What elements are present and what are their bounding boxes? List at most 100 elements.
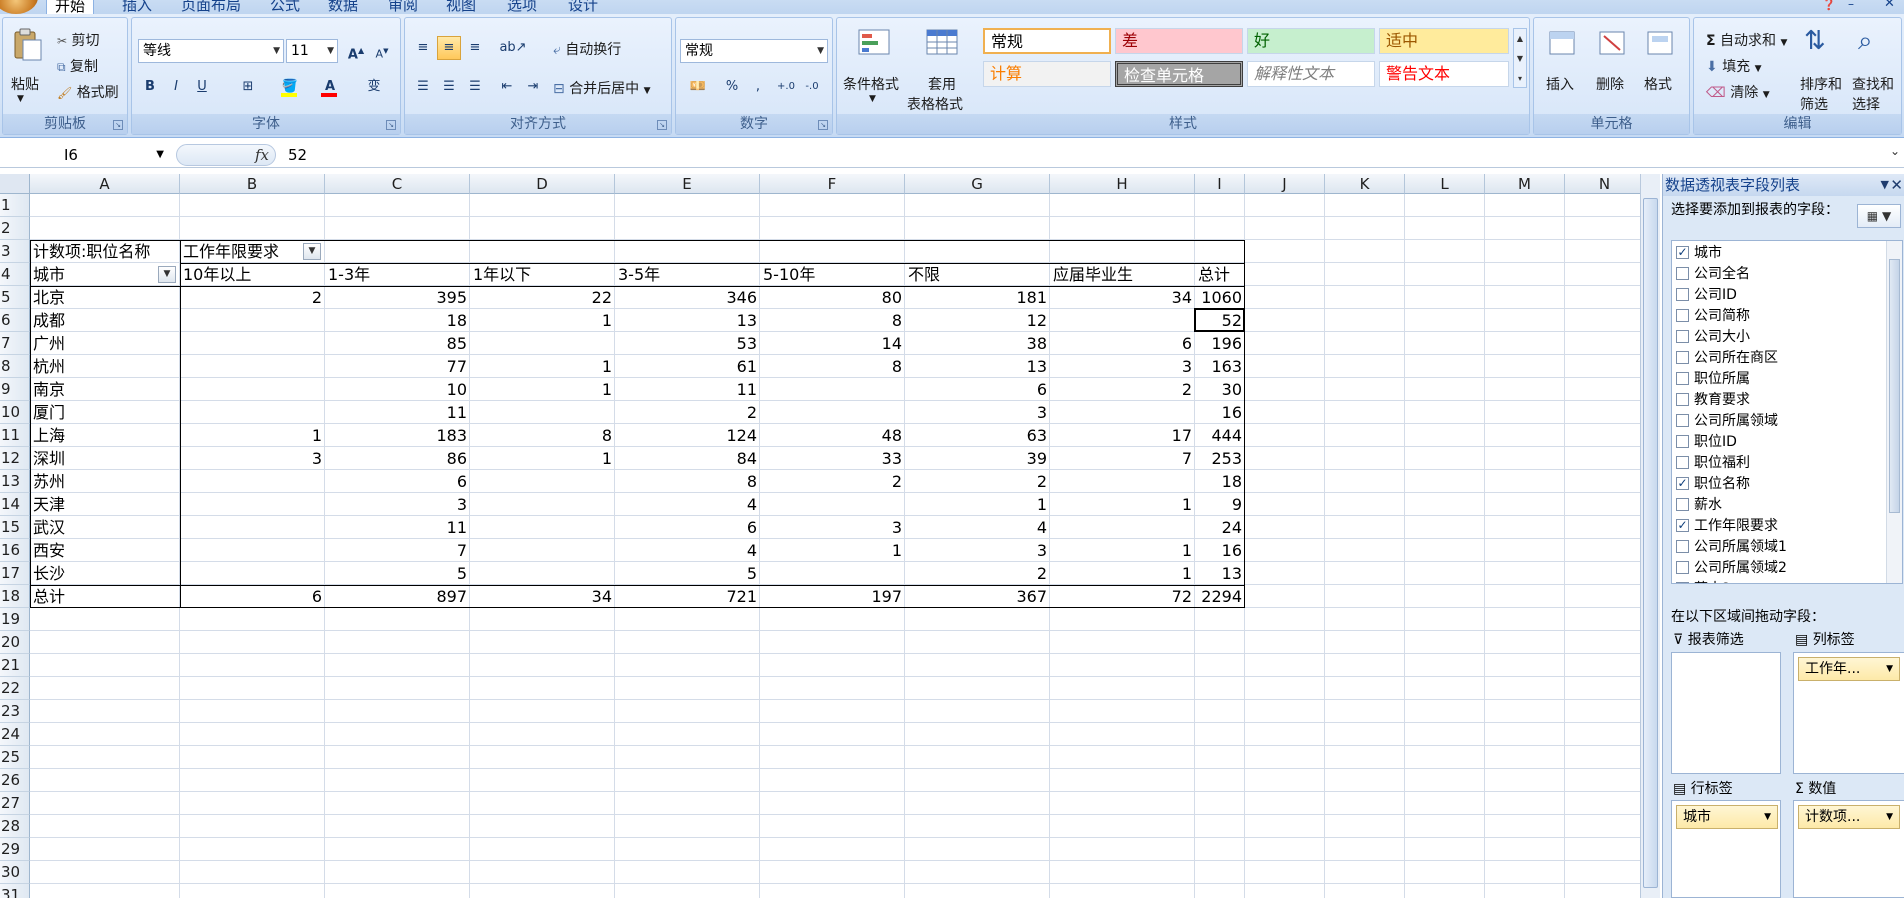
style-neutral[interactable]: 适中: [1379, 28, 1509, 54]
select-all-corner[interactable]: [0, 174, 30, 194]
pivot-value-cell[interactable]: 3: [905, 401, 1050, 424]
pivot-value-cell[interactable]: 253: [1195, 447, 1245, 470]
pivot-value-cell[interactable]: 2: [180, 286, 325, 309]
pivot-value-cell[interactable]: 4: [615, 493, 760, 516]
field-list-item[interactable]: 公司所属领域1: [1676, 537, 1787, 558]
row-header[interactable]: 27: [0, 792, 30, 815]
checkbox-icon[interactable]: [1676, 455, 1689, 469]
paste-dropdown-icon[interactable]: ▼: [17, 94, 24, 104]
pivot-value-cell[interactable]: 17: [1050, 424, 1195, 447]
style-good[interactable]: 好: [1247, 28, 1375, 54]
paste-button[interactable]: 粘贴: [11, 74, 39, 94]
row-header[interactable]: 19: [0, 608, 30, 631]
pivot-value-cell[interactable]: 5: [615, 562, 760, 585]
font-name-select[interactable]: 等线 ▼: [138, 39, 284, 63]
clipboard-launcher-icon[interactable]: ↘: [113, 120, 123, 130]
pivot-value-cell[interactable]: 86: [325, 447, 470, 470]
style-explanatory[interactable]: 解释性文本: [1247, 61, 1375, 87]
pivot-grand-total-cell[interactable]: 897: [325, 585, 470, 608]
pivot-value-cell[interactable]: 48: [760, 424, 905, 447]
pivot-value-cell[interactable]: 1: [905, 493, 1050, 516]
panel-menu-icon[interactable]: ▼: [1881, 174, 1889, 196]
fill-color-button[interactable]: 🪣: [274, 75, 306, 99]
values-area[interactable]: 计数项... ▼: [1793, 800, 1904, 898]
pivot-column-header[interactable]: 1-3年: [325, 263, 470, 286]
row-header[interactable]: 2: [0, 217, 30, 240]
tab-review[interactable]: 审阅: [388, 0, 418, 14]
pivot-value-cell[interactable]: 34: [1050, 286, 1195, 309]
pivot-value-cell[interactable]: [180, 309, 325, 332]
alignment-launcher-icon[interactable]: ↘: [657, 120, 667, 130]
phonetic-button[interactable]: 变: [354, 75, 394, 99]
checkbox-icon[interactable]: [1676, 413, 1689, 427]
pivot-value-cell[interactable]: 53: [615, 332, 760, 355]
style-normal[interactable]: 常规: [983, 28, 1111, 54]
pivot-value-cell[interactable]: 18: [325, 309, 470, 332]
font-launcher-icon[interactable]: ↘: [386, 120, 396, 130]
font-color-button[interactable]: A: [314, 75, 346, 99]
pivot-grand-total-cell[interactable]: 34: [470, 585, 615, 608]
pivot-row-label[interactable]: 苏州: [30, 470, 180, 493]
pivot-row-label[interactable]: 上海: [30, 424, 180, 447]
copy-button[interactable]: ⧉ 复制: [57, 56, 98, 76]
spreadsheet-grid[interactable]: A B C D E F G H I J K L M N 1 2 3 4 5 6 7 8 9 10 11 12 13 14 15 16 17 1…: [0, 174, 1640, 898]
align-center-button[interactable]: ☰: [437, 75, 461, 99]
pivot-row-label[interactable]: 西安: [30, 539, 180, 562]
pivot-value-cell[interactable]: 7: [1050, 447, 1195, 470]
pivot-value-cell[interactable]: 38: [905, 332, 1050, 355]
column-header[interactable]: H: [1050, 174, 1195, 194]
row-header[interactable]: 23: [0, 700, 30, 723]
row-header[interactable]: 22: [0, 677, 30, 700]
column-header[interactable]: M: [1485, 174, 1565, 194]
autosum-button[interactable]: Σ 自动求和 ▼: [1706, 30, 1787, 50]
table-format-line1[interactable]: 套用: [928, 74, 956, 94]
pivot-value-cell[interactable]: [1050, 309, 1195, 332]
field-list-item[interactable]: ✓ 工作年限要求: [1676, 516, 1778, 537]
conditional-format-icon[interactable]: [857, 26, 891, 60]
pivot-value-cell[interactable]: 1: [470, 378, 615, 401]
field-list-item[interactable]: 职位所属: [1676, 369, 1750, 390]
pivot-grand-total-cell[interactable]: 2294: [1195, 585, 1245, 608]
pivot-value-cell[interactable]: 11: [325, 516, 470, 539]
field-list-item[interactable]: 薪水2: [1676, 579, 1731, 583]
field-list-item[interactable]: ✓ 职位名称: [1676, 474, 1750, 495]
sort-filter-icon[interactable]: ⇅: [1804, 26, 1826, 56]
paste-icon[interactable]: [11, 28, 45, 62]
row-header[interactable]: 6: [0, 309, 30, 332]
pivot-value-cell[interactable]: [180, 539, 325, 562]
align-left-button[interactable]: ☰: [411, 75, 435, 99]
pivot-value-cell[interactable]: 444: [1195, 424, 1245, 447]
row-header[interactable]: 31: [0, 884, 30, 898]
styles-gallery-scroll[interactable]: ▲ ▼ ▾: [1513, 28, 1527, 88]
pivot-value-cell[interactable]: [1050, 470, 1195, 493]
table-format-line2[interactable]: 表格格式: [907, 94, 963, 114]
pivot-value-cell[interactable]: [180, 493, 325, 516]
insert-cells-icon[interactable]: [1546, 26, 1580, 60]
pivot-value-cell[interactable]: 1: [760, 539, 905, 562]
field-list-item[interactable]: 职位ID: [1676, 432, 1737, 453]
checkbox-checked-icon[interactable]: ✓: [1676, 245, 1689, 259]
row-header[interactable]: 28: [0, 815, 30, 838]
pivot-value-cell[interactable]: 6: [905, 378, 1050, 401]
pivot-column-header[interactable]: 应届毕业生: [1050, 263, 1195, 286]
pivot-value-cell[interactable]: 5: [325, 562, 470, 585]
pivot-value-cell[interactable]: 8: [470, 424, 615, 447]
increase-indent-button[interactable]: ⇥: [521, 75, 545, 99]
fill-button[interactable]: ⬇ 填充 ▼: [1706, 56, 1762, 76]
formula-input[interactable]: 52: [288, 144, 307, 166]
pivot-row-label[interactable]: 厦门: [30, 401, 180, 424]
pivot-value-cell[interactable]: 16: [1195, 539, 1245, 562]
table-format-icon[interactable]: [925, 26, 959, 60]
pivot-value-cell[interactable]: [470, 516, 615, 539]
pivot-value-cell[interactable]: 80: [760, 286, 905, 309]
row-header[interactable]: 13: [0, 470, 30, 493]
row-header[interactable]: 4: [0, 263, 30, 286]
pivot-value-cell[interactable]: 39: [905, 447, 1050, 470]
tab-home[interactable]: 开始: [46, 0, 95, 15]
pivot-grand-total-cell[interactable]: 721: [615, 585, 760, 608]
pivot-value-cell[interactable]: 3: [1050, 355, 1195, 378]
pivot-row-label[interactable]: 天津: [30, 493, 180, 516]
pivot-row-label[interactable]: 长沙: [30, 562, 180, 585]
pivot-value-cell[interactable]: [1050, 516, 1195, 539]
value-field-chip[interactable]: 计数项... ▼: [1798, 805, 1900, 829]
